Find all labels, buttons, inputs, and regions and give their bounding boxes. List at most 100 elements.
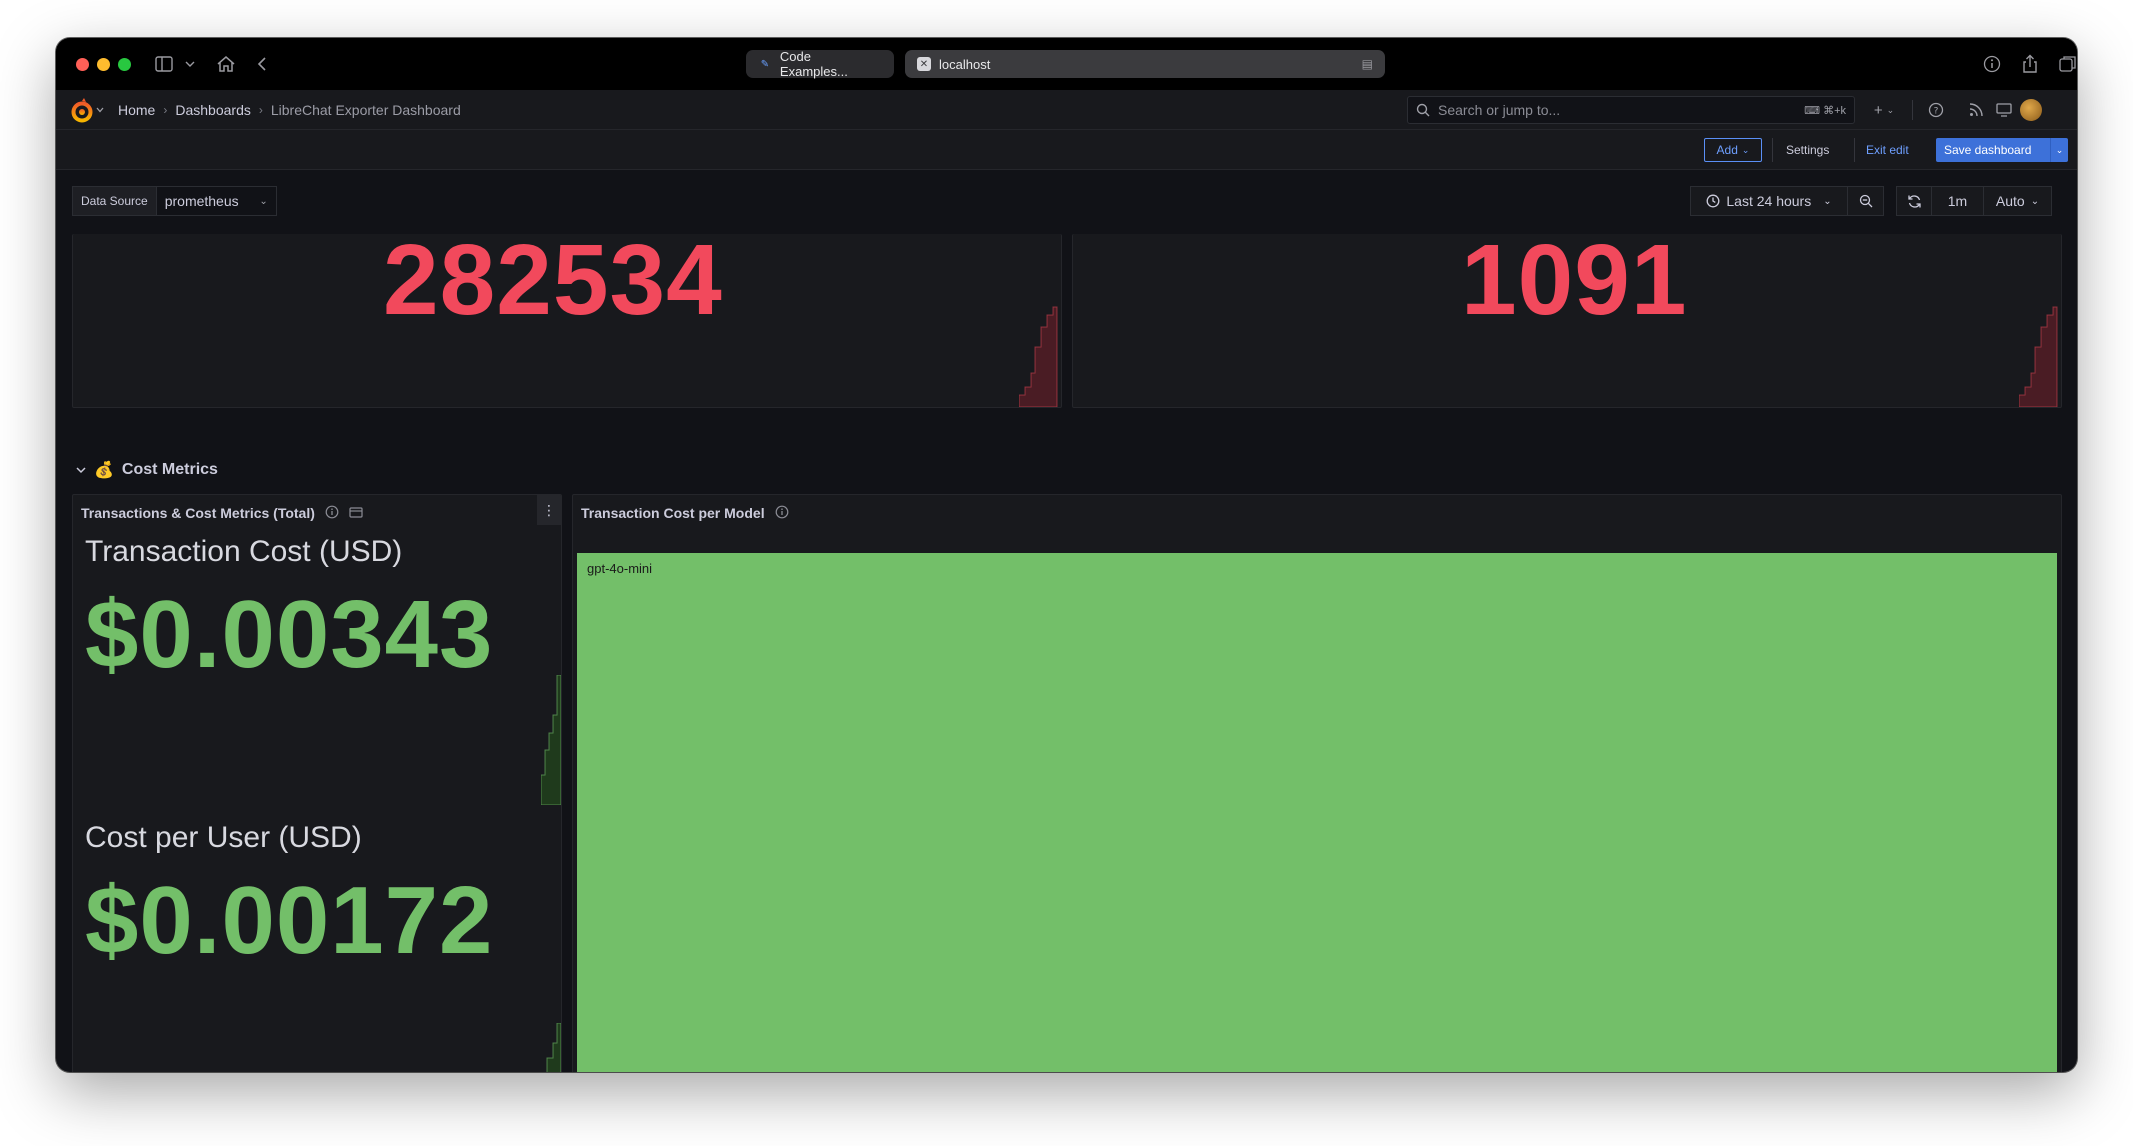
refresh-interval-value[interactable]: 1m xyxy=(1932,186,1984,216)
refresh-picker: 1m Auto ⌄ xyxy=(1896,186,2052,216)
browser-titlebar: ✎ Code Examples... ✕ localhost ▤ xyxy=(56,38,2077,90)
back-icon[interactable] xyxy=(250,52,274,76)
treemap-segment-gpt-4o-mini[interactable]: gpt-4o-mini xyxy=(577,553,2057,1072)
save-label: Save dashboard xyxy=(1944,143,2032,157)
auto-label: Auto xyxy=(1995,193,2025,209)
close-window-button[interactable] xyxy=(76,58,89,71)
toolbar-divider xyxy=(1772,138,1773,162)
time-range-label: Last 24 hours xyxy=(1726,193,1812,209)
new-menu-button[interactable]: + ⌄ xyxy=(1864,96,1904,124)
panel-title: Transaction Cost per Model xyxy=(581,505,765,521)
plus-icon: + xyxy=(1873,101,1883,119)
stat-value: 282534 xyxy=(383,234,723,336)
auto-refresh-select[interactable]: Auto ⌄ xyxy=(1984,186,2052,216)
search-input[interactable]: Search or jump to... ⌨ ⌘+k xyxy=(1407,96,1855,124)
refresh-button[interactable] xyxy=(1896,186,1932,216)
transaction-cost-per-model-panel[interactable]: Transaction Cost per Model gpt-4o-mini xyxy=(572,494,2062,1072)
sparkline xyxy=(1019,306,1058,407)
add-button[interactable]: Add ⌄ xyxy=(1704,138,1762,162)
chevron-down-icon: ⌄ xyxy=(259,195,268,207)
stat-value: $0.00172 xyxy=(85,867,494,974)
keyboard-shortcut: ⌨ ⌘+k xyxy=(1804,104,1846,117)
search-placeholder: Search or jump to... xyxy=(1438,102,1561,118)
transactions-cost-panel[interactable]: Transactions & Cost Metrics (Total) ⋮ Tr… xyxy=(72,494,562,1072)
user-avatar[interactable] xyxy=(2020,99,2042,121)
stat-label: Cost per User (USD) xyxy=(85,821,362,854)
toolbar-divider xyxy=(1854,138,1855,162)
breadcrumb-home[interactable]: Home xyxy=(118,102,155,118)
breadcrumb-separator-icon: › xyxy=(163,103,168,117)
exit-edit-button[interactable]: Exit edit xyxy=(1866,138,1909,162)
news-feed-icon[interactable] xyxy=(1962,96,1990,124)
cost-metrics-row-header[interactable]: 💰 Cost Metrics xyxy=(76,458,218,482)
info-icon[interactable] xyxy=(1980,52,2004,76)
panel-header: Transactions & Cost Metrics (Total) xyxy=(81,503,363,523)
save-dashboard-button[interactable]: Save dashboard ⌄ xyxy=(1936,138,2068,162)
library-panel-icon[interactable] xyxy=(349,505,363,521)
more-vertical-icon: ⋮ xyxy=(542,501,556,518)
treemap-label: gpt-4o-mini xyxy=(587,561,653,576)
browser-window: ✎ Code Examples... ✕ localhost ▤ Home › … xyxy=(56,38,2077,1072)
favicon-icon: ✕ xyxy=(917,57,931,71)
time-range-button[interactable]: Last 24 hours ⌄ xyxy=(1690,186,1848,216)
stat-panel-right[interactable]: 1091 xyxy=(1072,234,2062,408)
clock-icon xyxy=(1706,194,1720,208)
row-title: Cost Metrics xyxy=(121,461,218,478)
chevron-down-icon: ⌄ xyxy=(1741,144,1750,155)
dashboard-edit-toolbar: Add ⌄ Settings Exit edit Save dashboard … xyxy=(56,130,2077,170)
chevron-down-icon: ⌄ xyxy=(1886,104,1895,115)
grafana-logo-icon[interactable] xyxy=(70,98,96,124)
stat-panel-left[interactable]: 282534 xyxy=(72,234,1062,408)
stat-label: Transaction Cost (USD) xyxy=(85,535,403,568)
zoom-out-button[interactable] xyxy=(1848,186,1884,216)
sidebar-toggle-icon[interactable] xyxy=(152,52,176,76)
zoom-out-icon xyxy=(1859,194,1872,208)
sparkline xyxy=(2019,306,2058,407)
template-variables: Data Source prometheus ⌄ xyxy=(72,186,277,216)
nav-divider xyxy=(1912,100,1913,120)
sparkline xyxy=(541,675,561,805)
grafana-topnav: Home › Dashboards › LibreChat Exporter D… xyxy=(56,90,2077,130)
search-icon xyxy=(1416,103,1430,117)
breadcrumb-dashboards[interactable]: Dashboards xyxy=(175,102,251,118)
search-shortcut: ⌘+k xyxy=(1823,104,1846,117)
stat-value: $0.00343 xyxy=(85,581,494,688)
panel-header: Transaction Cost per Model xyxy=(581,503,789,523)
info-icon[interactable] xyxy=(775,505,789,522)
svg-text:?: ? xyxy=(1934,107,1939,117)
zoom-window-button[interactable] xyxy=(118,58,131,71)
tab-title: Code Examples... xyxy=(779,49,848,79)
help-icon[interactable]: ? xyxy=(1922,96,1950,124)
breadcrumb: Home › Dashboards › LibreChat Exporter D… xyxy=(118,90,461,130)
breadcrumb-current: LibreChat Exporter Dashboard xyxy=(270,102,461,118)
feather-icon: ✎ xyxy=(760,58,770,70)
info-icon[interactable] xyxy=(325,505,339,522)
datasource-select[interactable]: prometheus ⌄ xyxy=(156,186,277,216)
chevron-down-icon: ⌄ xyxy=(2030,195,2040,207)
datasource-value: prometheus xyxy=(164,193,239,209)
chevron-down-icon[interactable] xyxy=(182,52,198,76)
window-controls xyxy=(76,58,131,71)
share-icon[interactable] xyxy=(2018,52,2042,76)
time-range-picker[interactable]: Last 24 hours ⌄ xyxy=(1690,186,1884,216)
breadcrumb-separator-icon: › xyxy=(258,103,263,117)
settings-button[interactable]: Settings xyxy=(1786,138,1829,162)
reader-icon[interactable]: ▤ xyxy=(1362,57,1373,71)
refresh-icon xyxy=(1907,194,1921,208)
chevron-down-icon[interactable] xyxy=(94,96,106,124)
minimize-window-button[interactable] xyxy=(97,58,110,71)
browser-tab-code-examples[interactable]: ✎ Code Examples... xyxy=(746,49,894,79)
datasource-variable-label: Data Source xyxy=(72,186,157,216)
tabs-overview-icon[interactable] xyxy=(2056,52,2077,76)
chevron-down-icon: ⌄ xyxy=(1823,195,1832,207)
money-bag-icon: 💰 xyxy=(94,462,114,479)
panel-title: Transactions & Cost Metrics (Total) xyxy=(81,505,315,521)
tab-title: localhost xyxy=(939,56,991,72)
kiosk-mode-icon[interactable] xyxy=(1990,96,2018,124)
browser-tab-localhost[interactable]: ✕ localhost ▤ xyxy=(905,50,1385,78)
add-label: Add xyxy=(1716,143,1738,157)
chevron-down-icon[interactable]: ⌄ xyxy=(2050,138,2068,162)
home-icon[interactable] xyxy=(214,52,238,76)
stat-value: 1091 xyxy=(1461,234,1688,336)
panel-menu-button[interactable]: ⋮ xyxy=(537,495,561,525)
